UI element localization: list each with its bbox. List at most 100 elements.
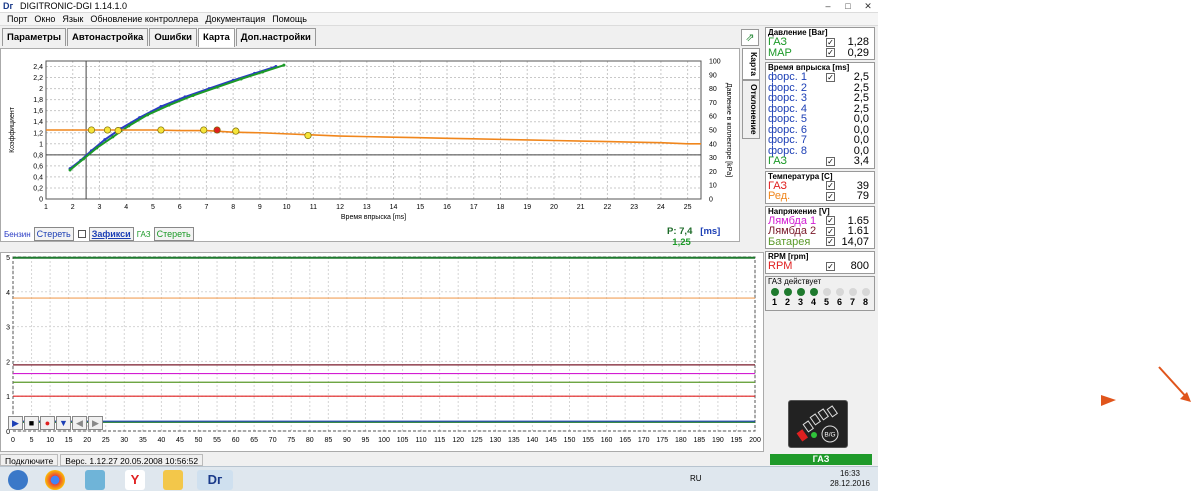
x-tick-label: 13	[363, 204, 371, 211]
x-tick-label: 160	[601, 437, 613, 444]
clear-gas-button[interactable]: Стереть	[153, 227, 194, 241]
minimize-button[interactable]: –	[818, 0, 838, 13]
menu-language[interactable]: Язык	[62, 14, 83, 24]
gas-active-label: 1	[771, 296, 777, 307]
live-chart[interactable]: 0 5 10 15 20 25 30 35 40 45 50 55 60 65 70 75 80 85 90 95 10…	[1, 253, 763, 451]
injector-lamp-icon	[770, 287, 779, 296]
x-tick-label: 6	[178, 204, 182, 211]
map-chart[interactable]: 1 2 3 4 5 6 7 8 9 10 11 12 13 14 15 16 17 18 19 20 21 22 23 24 2…	[1, 49, 739, 225]
fix-button[interactable]: Зафикси	[88, 227, 134, 241]
save-icon[interactable]: ▼	[56, 416, 71, 430]
graph-settings-icon[interactable]: ⇗	[741, 29, 759, 46]
injection-row: форс. 5 0,0	[768, 114, 872, 125]
fix-checkbox[interactable]	[77, 230, 86, 238]
x-tick-label: 150	[564, 437, 576, 444]
voltage-row-lambda2: Лямбда 2 ✓ 1.61	[768, 226, 872, 237]
y2-tick-label: 30	[709, 155, 717, 162]
forward-icon[interactable]: ▶	[88, 416, 103, 430]
y-tick-label: 3	[6, 325, 10, 332]
y2-tick-label: 90	[709, 72, 717, 79]
injector-value: 2,5	[853, 71, 869, 83]
chrome-icon[interactable]	[45, 470, 65, 490]
lambda2-value: 1.61	[847, 225, 869, 237]
series-point	[111, 135, 115, 139]
gauge-label: B/G	[824, 432, 835, 439]
rpm-checkbox[interactable]: ✓	[826, 261, 835, 271]
tab-parameters[interactable]: Параметры	[2, 28, 66, 46]
temp-gas-checkbox[interactable]: ✓	[826, 181, 835, 191]
injector-lamp-icon	[822, 287, 831, 296]
menu-documentation[interactable]: Документация	[205, 14, 265, 24]
x-tick-label: 22	[604, 204, 612, 211]
x-tick-label: 50	[195, 437, 203, 444]
series-line	[69, 64, 285, 171]
pressure-gas-checkbox[interactable]: ✓	[826, 37, 835, 47]
x-tick-label: 23	[630, 204, 638, 211]
tab-extra-settings[interactable]: Доп.настройки	[235, 28, 316, 46]
x-tick-label: 15	[416, 204, 424, 211]
readout-unit: [ms]	[700, 226, 721, 237]
lambda2-checkbox[interactable]: ✓	[826, 226, 835, 236]
x-tick-label: 60	[232, 437, 240, 444]
app-window-icon[interactable]	[85, 470, 105, 490]
start-icon[interactable]	[8, 470, 28, 490]
clear-benzin-button[interactable]: Стереть	[33, 227, 74, 241]
lambda1-checkbox[interactable]: ✓	[826, 216, 835, 226]
y-tick-label: 4	[6, 290, 10, 297]
map-point	[103, 126, 112, 134]
injector-gas-checkbox[interactable]: ✓	[826, 156, 835, 166]
record-icon[interactable]: ●	[40, 416, 55, 430]
play-icon[interactable]: ▶	[8, 416, 23, 430]
menu-window[interactable]: Окно	[34, 14, 55, 24]
x-tick-label: 1	[44, 204, 48, 211]
injector-gas-value: 3,4	[853, 155, 869, 167]
temperature-row-reducer: Ред. ✓ 79	[768, 191, 872, 202]
y-tick-label: 5	[6, 255, 10, 262]
fuel-gauge[interactable]: B/G	[788, 400, 848, 448]
y-tick-label: 2	[39, 86, 43, 93]
tab-autotune[interactable]: Автонастройка	[66, 28, 149, 46]
battery-checkbox[interactable]: ✓	[826, 237, 835, 247]
tab-map[interactable]: Карта	[197, 28, 235, 47]
menu-update-controller[interactable]: Обновление контроллера	[90, 14, 198, 24]
map-legend-row: Бензин Стереть Зафикси ГАЗ Стереть P: 7,…	[1, 226, 741, 248]
clock[interactable]: 16:33 28.12.2016	[830, 469, 870, 489]
back-icon[interactable]: ◀	[72, 416, 87, 430]
x-tick-label: 140	[527, 437, 539, 444]
battery-value: 14,07	[841, 235, 869, 248]
tab-errors[interactable]: Ошибки	[149, 28, 197, 46]
injector-lamp-icon	[861, 287, 870, 296]
gas-active-label: 2	[784, 296, 790, 307]
y2-axis-label: Давление в коллекторе [kPa]	[725, 83, 732, 177]
digitronic-taskbar-icon[interactable]: Dг	[197, 470, 233, 490]
temp-reducer-checkbox[interactable]: ✓	[826, 191, 835, 201]
readout-coef: 1,25	[672, 237, 691, 248]
tab-side-deviation[interactable]: Отклонение	[742, 80, 760, 139]
pressure-map-checkbox[interactable]: ✓	[826, 48, 835, 58]
menu-port[interactable]: Порт	[7, 14, 27, 24]
menu-help[interactable]: Помощь	[272, 14, 307, 24]
connection-status: Подключите	[0, 454, 59, 466]
x-tick-label: 155	[582, 437, 594, 444]
close-button[interactable]: ✕	[858, 0, 878, 13]
plot-frame	[12, 256, 756, 432]
version-info: Верс. 1.12.27 20.05.2008 10:56:52	[60, 454, 204, 466]
x-tick-label: 4	[124, 204, 128, 211]
gas-active-label: 4	[810, 296, 816, 307]
y-tick-label: 1,2	[33, 130, 43, 137]
language-indicator[interactable]: RU	[690, 474, 702, 483]
map-point	[114, 127, 122, 135]
injector-label: форс. 1	[768, 71, 808, 83]
x-tick-label: 70	[269, 437, 277, 444]
tab-side-map[interactable]: Карта	[742, 48, 760, 80]
live-chart-panel[interactable]: 0 5 10 15 20 25 30 35 40 45 50 55 60 65 70 75 80 85 90 95 10…	[0, 252, 764, 452]
map-chart-panel[interactable]: 1 2 3 4 5 6 7 8 9 10 11 12 13 14 15 16 17 18 19 20 21 22 23 24 2…	[0, 48, 741, 248]
injector-value: 0,0	[853, 134, 869, 146]
x-tick-label: 3	[98, 204, 102, 211]
yandex-icon[interactable]: Y	[125, 470, 145, 490]
injector-checkbox[interactable]: ✓	[826, 72, 835, 82]
y2-tick-label: 40	[709, 141, 717, 148]
maximize-button[interactable]: □	[838, 0, 858, 13]
file-explorer-icon[interactable]	[163, 470, 183, 490]
stop-icon[interactable]: ■	[24, 416, 39, 430]
